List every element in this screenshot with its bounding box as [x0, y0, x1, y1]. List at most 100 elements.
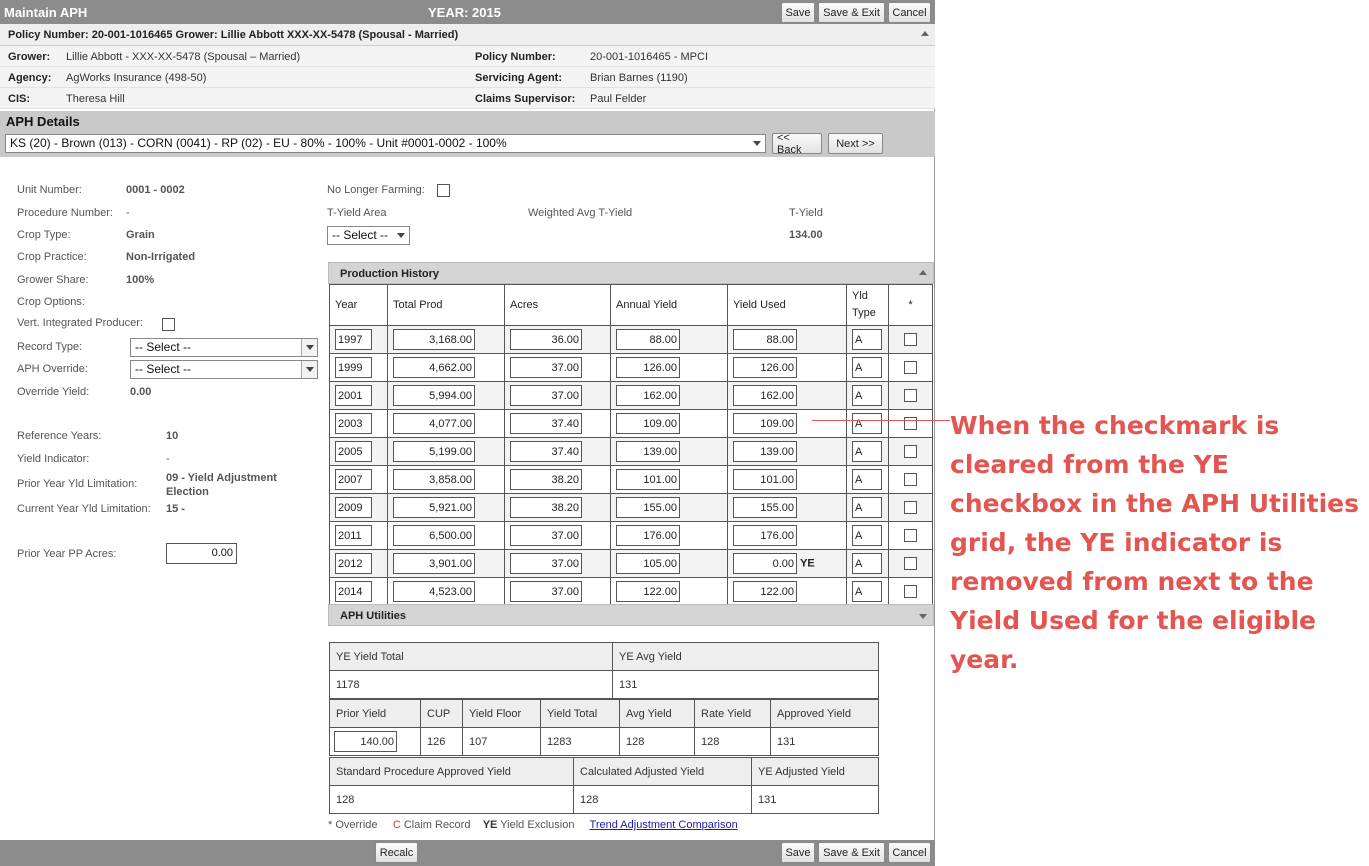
yld-type-input[interactable]: A — [852, 525, 882, 546]
tyield-area-select[interactable]: -- Select -- — [327, 226, 410, 245]
record-type-select[interactable]: -- Select -- — [130, 338, 318, 357]
year-input[interactable]: 1997 — [335, 329, 372, 350]
acres-input[interactable]: 37.00 — [510, 581, 582, 602]
no-longer-farming-checkbox[interactable] — [437, 184, 450, 197]
save-button-bottom[interactable]: Save — [781, 842, 815, 863]
annual-yield-input[interactable]: 122.00 — [616, 581, 680, 602]
row-checkbox[interactable] — [904, 585, 917, 598]
yield-used-input[interactable]: 0.00 — [733, 553, 797, 574]
recalc-button[interactable]: Recalc — [375, 842, 418, 863]
acres-input[interactable]: 38.20 — [510, 469, 582, 490]
total-prod-input[interactable]: 4,662.00 — [393, 357, 475, 378]
table-row: 2005 5,199.00 37.40 139.00 139.00 A — [329, 437, 933, 466]
prior-yield-input[interactable]: 140.00 — [334, 731, 397, 752]
row-checkbox[interactable] — [904, 557, 917, 570]
yield-used-input[interactable]: 139.00 — [733, 441, 797, 462]
yld-type-input[interactable]: A — [852, 385, 882, 406]
acres-input[interactable]: 38.20 — [510, 497, 582, 518]
annual-yield-input[interactable]: 176.00 — [616, 525, 680, 546]
year-input[interactable]: 2007 — [335, 469, 372, 490]
acres-input[interactable]: 37.00 — [510, 385, 582, 406]
table-row: 2003 4,077.00 37.40 109.00 109.00 A — [329, 409, 933, 438]
annual-yield-input[interactable]: 88.00 — [616, 329, 680, 350]
row-checkbox[interactable] — [904, 501, 917, 514]
annual-yield-input[interactable]: 105.00 — [616, 553, 680, 574]
yld-type-input[interactable]: A — [852, 553, 882, 574]
row-checkbox[interactable] — [904, 473, 917, 486]
yield-used-input[interactable]: 126.00 — [733, 357, 797, 378]
total-prod-input[interactable]: 5,199.00 — [393, 441, 475, 462]
total-prod-input[interactable]: 3,858.00 — [393, 469, 475, 490]
yield-used-input[interactable]: 101.00 — [733, 469, 797, 490]
cancel-button[interactable]: Cancel — [888, 2, 931, 23]
total-prod-input[interactable]: 5,994.00 — [393, 385, 475, 406]
yield-used-input[interactable]: 176.00 — [733, 525, 797, 546]
expand-down-icon[interactable] — [919, 614, 927, 619]
yield-used-input[interactable]: 122.00 — [733, 581, 797, 602]
policy-bar[interactable]: Policy Number: 20-001-1016465 Grower: Li… — [0, 24, 935, 46]
yield-used-input[interactable]: 162.00 — [733, 385, 797, 406]
total-prod-input[interactable]: 5,921.00 — [393, 497, 475, 518]
yld-type-input[interactable]: A — [852, 469, 882, 490]
aph-override-select[interactable]: -- Select -- — [130, 360, 318, 379]
next-button[interactable]: Next >> — [828, 133, 883, 154]
total-prod-input[interactable]: 4,523.00 — [393, 581, 475, 602]
servicing-agent-label: Servicing Agent: — [475, 72, 562, 84]
row-checkbox[interactable] — [904, 417, 917, 430]
save-button[interactable]: Save — [781, 2, 815, 23]
annual-yield-input[interactable]: 109.00 — [616, 413, 680, 434]
yld-type-input[interactable]: A — [852, 441, 882, 462]
annual-yield-input[interactable]: 155.00 — [616, 497, 680, 518]
back-button[interactable]: << Back — [772, 132, 822, 156]
yield-used-input[interactable]: 109.00 — [733, 413, 797, 434]
aph-utilities-header[interactable]: APH Utilities — [328, 604, 934, 626]
save-exit-button-bottom[interactable]: Save & Exit — [818, 842, 885, 863]
year-input[interactable]: 1999 — [335, 357, 372, 378]
yield-used-input[interactable]: 155.00 — [733, 497, 797, 518]
yield-used-input[interactable]: 88.00 — [733, 329, 797, 350]
acres-input[interactable]: 37.40 — [510, 413, 582, 434]
acres-input[interactable]: 37.00 — [510, 357, 582, 378]
yld-type-input[interactable]: A — [852, 581, 882, 602]
collapse-up-icon[interactable] — [921, 31, 929, 36]
row-checkbox[interactable] — [904, 333, 917, 346]
yld-type-input[interactable]: A — [852, 329, 882, 350]
annual-yield-input[interactable]: 162.00 — [616, 385, 680, 406]
acres-input[interactable]: 37.00 — [510, 525, 582, 546]
prior-year-pp-acres-input[interactable]: 0.00 — [166, 543, 237, 564]
vert-integrated-checkbox[interactable] — [162, 318, 175, 331]
annual-yield-input[interactable]: 101.00 — [616, 469, 680, 490]
year-input[interactable]: 2012 — [335, 553, 372, 574]
trend-adjustment-link[interactable]: Trend Adjustment Comparison — [590, 819, 738, 831]
row-checkbox[interactable] — [904, 389, 917, 402]
acres-input[interactable]: 37.40 — [510, 441, 582, 462]
total-prod-input[interactable]: 3,168.00 — [393, 329, 475, 350]
year-input[interactable]: 2014 — [335, 581, 372, 602]
year-input[interactable]: 2009 — [335, 497, 372, 518]
annual-yield-input[interactable]: 126.00 — [616, 357, 680, 378]
ye-yield-total-label: YE Yield Total — [329, 642, 613, 671]
yld-type-input[interactable]: A — [852, 497, 882, 518]
year-input[interactable]: 2011 — [335, 525, 372, 546]
annual-yield-input[interactable]: 139.00 — [616, 441, 680, 462]
yld-type-input[interactable]: A — [852, 357, 882, 378]
acres-input[interactable]: 37.00 — [510, 553, 582, 574]
row-checkbox[interactable] — [904, 361, 917, 374]
total-prod-input[interactable]: 3,901.00 — [393, 553, 475, 574]
yld-type-input[interactable]: A — [852, 413, 882, 434]
year-input[interactable]: 2003 — [335, 413, 372, 434]
cancel-button-bottom[interactable]: Cancel — [888, 842, 931, 863]
save-exit-button[interactable]: Save & Exit — [818, 2, 885, 23]
year-input[interactable]: 2005 — [335, 441, 372, 462]
override-yield-value: 0.00 — [130, 386, 152, 398]
collapse-up-icon[interactable] — [919, 270, 927, 275]
aph-details-title: APH Details — [6, 114, 80, 129]
total-prod-input[interactable]: 4,077.00 — [393, 413, 475, 434]
year-input[interactable]: 2001 — [335, 385, 372, 406]
row-checkbox[interactable] — [904, 445, 917, 458]
total-prod-input[interactable]: 6,500.00 — [393, 525, 475, 546]
unit-select[interactable]: KS (20) - Brown (013) - CORN (0041) - RP… — [5, 134, 766, 153]
acres-input[interactable]: 36.00 — [510, 329, 582, 350]
production-history-header[interactable]: Production History — [328, 262, 934, 284]
row-checkbox[interactable] — [904, 529, 917, 542]
